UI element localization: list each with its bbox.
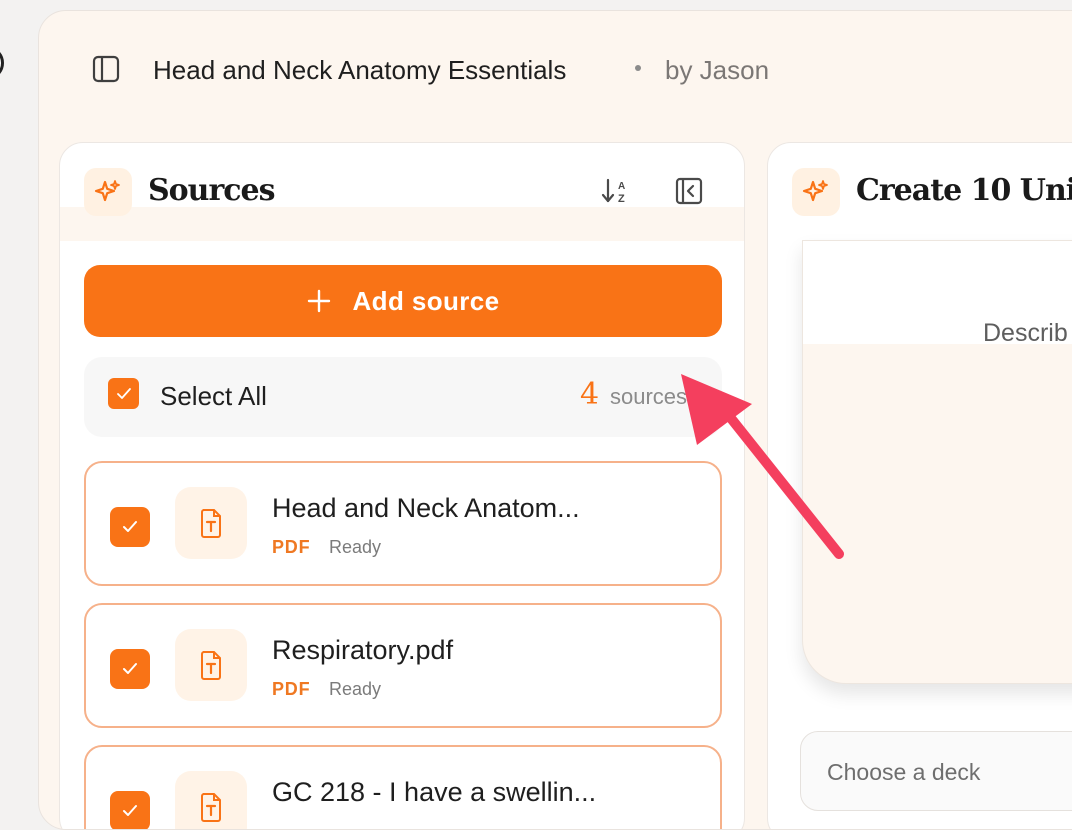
source-status: Ready: [329, 537, 382, 557]
source-name: Head and Neck Anatom...: [272, 493, 580, 523]
source-count: 4: [580, 377, 600, 412]
source-type: PDF: [272, 537, 311, 557]
sources-panel: Sources A Z Add source Select All 4 sour…: [59, 142, 745, 829]
add-source-button[interactable]: Add source: [84, 265, 722, 337]
source-file-icon-box: [175, 487, 247, 559]
source-card[interactable]: Respiratory.pdf PDF Ready: [84, 603, 722, 728]
plus-icon: [308, 289, 331, 313]
header-shade: [60, 207, 744, 241]
svg-text:A: A: [618, 181, 625, 192]
collapse-panel-icon: [675, 177, 703, 205]
source-name: GC 218 - I have a swellin...: [272, 777, 597, 807]
deck-select[interactable]: Choose a deck: [800, 731, 1072, 811]
source-checkbox[interactable]: [110, 507, 150, 547]
source-card[interactable]: Head and Neck Anatom... PDF Ready: [84, 461, 722, 586]
source-status: Ready: [329, 679, 382, 699]
deck-select-placeholder: Choose a deck: [827, 759, 981, 785]
author-byline: by Jason: [665, 55, 770, 85]
sources-sparkle-icon-box: [84, 168, 132, 216]
source-checkbox[interactable]: [110, 791, 150, 829]
source-file-icon-box: [175, 771, 247, 829]
sparkle-icon: [802, 180, 828, 202]
deck-title: Head and Neck Anatomy Essentials: [153, 55, 567, 85]
text-file-icon: [201, 509, 221, 538]
add-source-label: Add source: [352, 285, 500, 316]
creator-header: Create 10 Uniqu: [768, 143, 1072, 241]
source-card[interactable]: GC 218 - I have a swellin...: [84, 745, 722, 829]
prompt-placeholder: Describ: [983, 319, 1068, 347]
text-file-icon: [201, 793, 221, 822]
sources-title: Sources: [148, 173, 276, 208]
creator-title: Create 10 Uniqu: [856, 173, 1072, 208]
source-count-label: sources: [610, 384, 688, 409]
source-name: Respiratory.pdf: [272, 635, 454, 665]
check-icon: [123, 663, 137, 674]
app-window: Head and Neck Anatomy Essentials by Jaso…: [38, 10, 1072, 830]
svg-text:Z: Z: [618, 193, 625, 205]
creator-sparkle-icon-box: [792, 168, 840, 216]
prompt-input-card[interactable]: Describ: [802, 240, 1072, 684]
top-bar: Head and Neck Anatomy Essentials by Jaso…: [39, 11, 1072, 129]
source-file-icon-box: [175, 629, 247, 701]
sparkle-icon: [94, 180, 120, 202]
collapse-sources-button[interactable]: [672, 174, 706, 208]
select-all-row[interactable]: Select All 4 sources: [84, 357, 722, 437]
title-separator: [635, 65, 641, 71]
select-all-label: Select All: [160, 381, 267, 411]
offscreen-control: [0, 46, 4, 80]
sources-header: Sources A Z: [60, 143, 744, 241]
check-icon: [123, 521, 137, 532]
sort-button[interactable]: A Z: [600, 174, 634, 208]
source-type: PDF: [272, 679, 311, 699]
text-file-icon: [201, 651, 221, 680]
sort-alpha-icon: A Z: [601, 178, 625, 205]
check-icon: [123, 805, 137, 816]
sidebar-icon: [92, 55, 120, 83]
sidebar-toggle-button[interactable]: [91, 54, 121, 84]
creator-panel: Create 10 Uniqu Describ Choose a deck: [767, 142, 1072, 829]
check-icon: [116, 387, 131, 399]
select-all-checkbox[interactable]: [108, 378, 139, 409]
source-checkbox[interactable]: [110, 649, 150, 689]
